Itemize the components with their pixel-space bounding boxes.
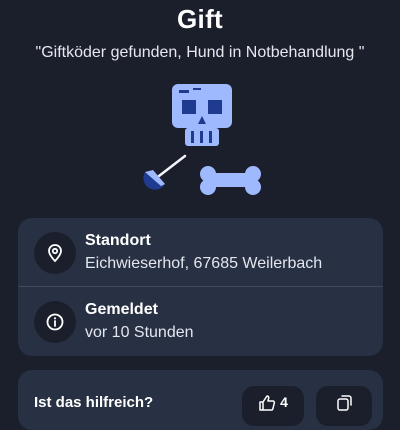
location-row: Standort Eichwieserhof, 67685 Weilerbach	[18, 218, 383, 286]
poison-illustration	[143, 84, 261, 195]
helpful-question: Ist das hilfreich?	[34, 394, 154, 411]
thumbs-up-icon	[259, 395, 276, 411]
reported-value: vor 10 Stunden	[85, 324, 194, 341]
info-icon	[34, 301, 76, 343]
reported-row: Gemeldet vor 10 Stunden	[18, 287, 383, 355]
share-button[interactable]	[316, 386, 372, 426]
bone-icon	[200, 166, 261, 195]
details-card: Standort Eichwieserhof, 67685 Weilerbach…	[18, 218, 383, 356]
reported-label: Gemeldet	[85, 301, 158, 318]
share-icon	[337, 395, 352, 411]
like-count: 4	[280, 394, 288, 410]
like-button[interactable]: 4	[242, 386, 304, 426]
location-label: Standort	[85, 232, 151, 249]
location-pin-icon	[34, 232, 76, 274]
report-description: "Giftköder gefunden, Hund in Notbehandlu…	[35, 44, 365, 61]
helpful-card: Ist das hilfreich? 4	[18, 370, 383, 430]
syringe-icon	[143, 154, 187, 190]
skull-icon	[172, 84, 232, 146]
page-title: Gift	[177, 4, 223, 34]
location-value: Eichwieserhof, 67685 Weilerbach	[85, 255, 323, 272]
